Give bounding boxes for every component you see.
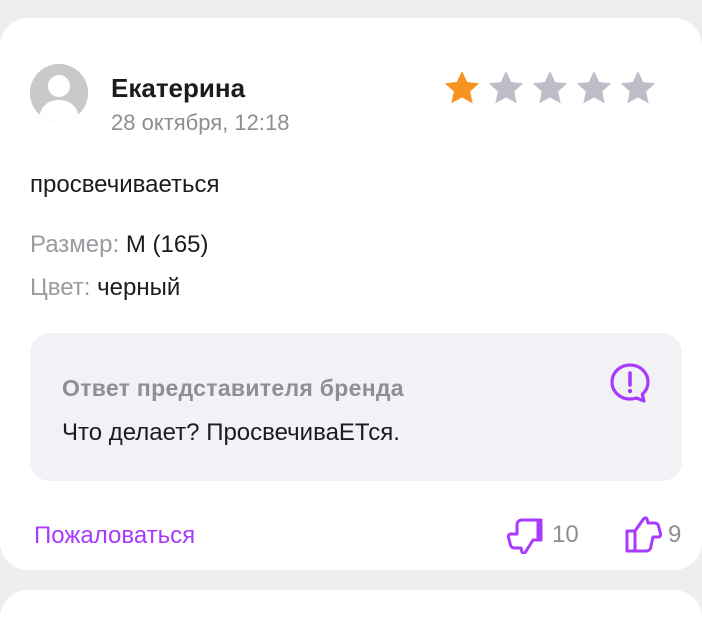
thumbs-down-icon — [506, 518, 543, 554]
brand-reply-text: Что делает? ПросвечиваЕТся. — [62, 419, 400, 446]
user-silhouette-icon — [30, 64, 88, 122]
rating-stars — [442, 68, 658, 108]
color-value: черный — [97, 274, 181, 301]
star-filled-icon — [442, 68, 482, 108]
review-date: 28 октября, 12:18 — [111, 110, 290, 135]
review-card: Екатерина 28 октября, 12:18 просвечивает… — [0, 18, 702, 570]
avatar[interactable] — [30, 64, 88, 122]
like-count: 9 — [668, 521, 682, 548]
brand-reply: Ответ представителя бренда Что делает? П… — [30, 333, 682, 481]
author-name: Екатерина — [111, 73, 246, 103]
size-value: M (165) — [125, 231, 209, 258]
brand-reply-title: Ответ представителя бренда — [62, 375, 404, 401]
like-button[interactable]: 9 — [622, 516, 681, 554]
dislike-button[interactable]: 10 — [506, 516, 579, 554]
exclamation-bubble-icon[interactable] — [608, 361, 652, 405]
review-text: просвечиваеться — [30, 171, 220, 198]
star-empty-icon — [618, 68, 658, 108]
star-empty-icon — [486, 68, 526, 108]
color-attribute: Цвет: черный — [30, 274, 180, 302]
star-empty-icon — [530, 68, 570, 108]
size-attribute: Размер: M (165) — [30, 231, 209, 259]
dislike-count: 10 — [552, 521, 579, 548]
thumbs-up-icon — [625, 516, 662, 553]
star-empty-icon — [574, 68, 614, 108]
next-review-card — [0, 590, 702, 630]
complain-link[interactable]: Пожаловаться — [34, 522, 195, 550]
size-label: Размер: — [30, 231, 120, 258]
color-label: Цвет: — [30, 274, 91, 301]
